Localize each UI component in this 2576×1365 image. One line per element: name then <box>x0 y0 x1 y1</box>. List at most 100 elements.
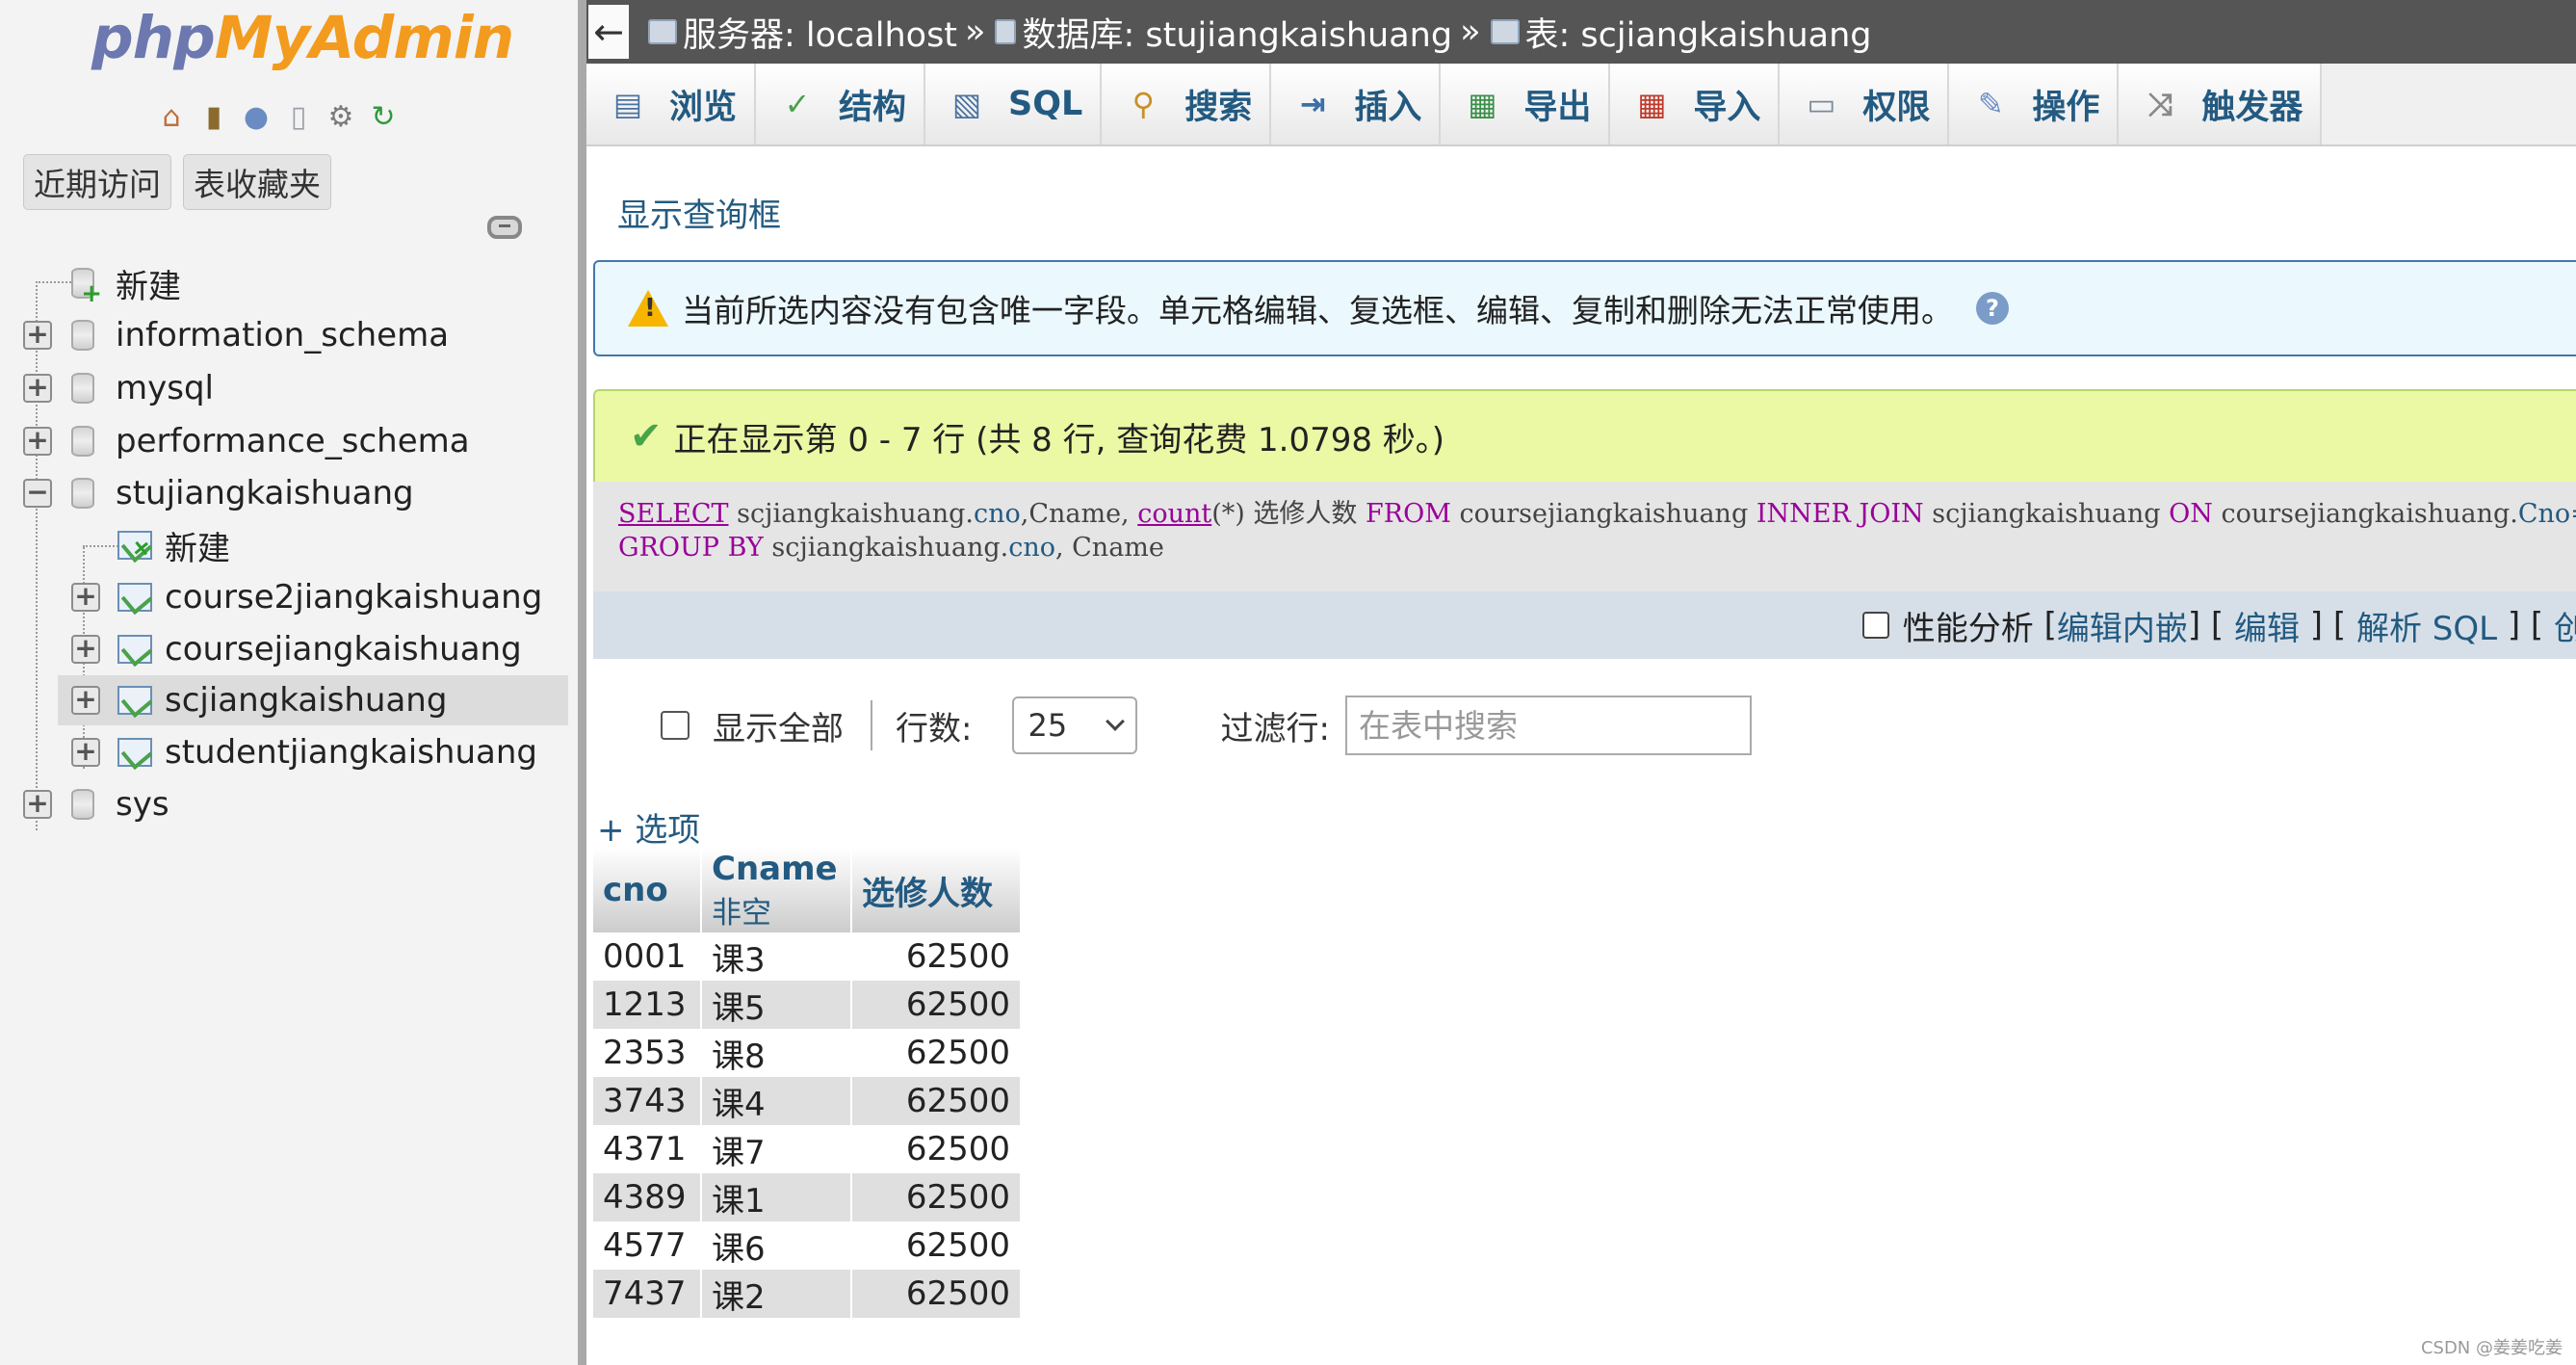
expand-icon[interactable]: + <box>71 583 100 612</box>
show-all-checkbox[interactable] <box>661 711 690 740</box>
docs-icon[interactable]: ▯ <box>281 100 316 135</box>
help-icon[interactable]: ● <box>239 100 273 135</box>
table-icon <box>117 686 152 715</box>
checkmark-icon: ✔ <box>630 414 663 459</box>
help-icon[interactable]: ? <box>1976 292 2009 325</box>
filter-rows-input[interactable] <box>1344 696 1752 755</box>
edit-inline-link[interactable]: 编辑内嵌 <box>2057 602 2188 649</box>
show-query-box-link[interactable]: 显示查询框 <box>617 189 781 236</box>
settings-gear-icon[interactable]: ⚙ <box>324 100 358 135</box>
tab-search[interactable]: ⚲ 搜索 <box>1102 64 1272 144</box>
collapse-icon[interactable]: − <box>23 479 52 508</box>
phpmyadmin-logo[interactable]: phpMyAdmin <box>91 4 514 72</box>
logout-icon[interactable]: ▮ <box>196 100 231 135</box>
tab-browse[interactable]: ▤ 浏览 <box>586 64 757 144</box>
table-row: 3743 课4 62500 <box>593 1077 1022 1125</box>
explain-sql-link[interactable]: 解析 SQL <box>2356 602 2497 649</box>
structure-icon: ✓ <box>784 86 811 122</box>
table-row: 4389 课1 62500 <box>593 1173 1022 1221</box>
expand-icon[interactable]: + <box>71 635 100 664</box>
nav-tabs: 近期访问 表收藏夹 <box>23 154 331 210</box>
expand-icon[interactable]: + <box>23 374 52 403</box>
edit-link[interactable]: 编辑 <box>2234 602 2300 649</box>
database-icon <box>71 426 94 457</box>
tree-db-mysql[interactable]: + mysql <box>0 363 568 413</box>
nav-icon-bar: ⌂ ▮ ● ▯ ⚙ ↻ <box>154 100 401 135</box>
favorites-tab[interactable]: 表收藏夹 <box>183 154 331 210</box>
table-row: 0001 课3 62500 <box>593 932 1022 981</box>
query-success-message: ✔ 正在显示第 0 - 7 行 (共 8 行, 查询花费 1.0798 秒。) <box>593 389 2576 482</box>
column-header-cno[interactable]: cno <box>593 848 702 932</box>
nav-resize-handle[interactable] <box>578 0 586 1365</box>
tab-import[interactable]: ▦ 导入 <box>1610 64 1781 144</box>
tree-table-coursejiangkaishuang[interactable]: + coursejiangkaishuang <box>0 624 568 674</box>
sql-icon: ▧ <box>951 86 982 122</box>
breadcrumb-server[interactable]: 服务器: localhost» <box>648 8 995 57</box>
collapse-nav-arrow-icon[interactable]: ← <box>588 5 629 59</box>
expand-icon[interactable]: + <box>23 790 52 819</box>
table-row: 4577 课6 62500 <box>593 1221 1022 1270</box>
expand-icon[interactable]: + <box>23 321 52 350</box>
expand-icon[interactable]: + <box>23 427 52 456</box>
table-icon <box>1490 19 1520 44</box>
table-header-row: cno Cname 非空 选修人数 <box>593 848 1022 932</box>
divider <box>871 700 872 750</box>
tab-insert[interactable]: ⇥ 插入 <box>1271 64 1442 144</box>
rows-per-page-select[interactable]: 25 <box>1012 696 1138 754</box>
chevron-down-icon <box>1106 712 1126 731</box>
table-icon <box>117 583 152 612</box>
expand-icon[interactable]: + <box>71 738 100 767</box>
new-table-icon <box>117 531 152 560</box>
tab-structure[interactable]: ✓ 结构 <box>756 64 926 144</box>
browse-icon: ▤ <box>612 86 643 122</box>
tree-new-database[interactable]: 新建 <box>0 258 568 308</box>
tree-db-information-schema[interactable]: + information_schema <box>0 310 568 360</box>
tab-operations[interactable]: ✎ 操作 <box>1949 64 2120 144</box>
tree-table-course2jiangkaishuang[interactable]: + course2jiangkaishuang <box>0 572 568 622</box>
tree-db-performance-schema[interactable]: + performance_schema <box>0 416 568 466</box>
link-with-main-icon[interactable] <box>487 216 522 239</box>
triggers-icon: ⤨ <box>2147 85 2173 122</box>
tree-table-new[interactable]: 新建 <box>0 520 568 570</box>
import-icon: ▦ <box>1637 86 1667 122</box>
results-navigation: 显示全部 行数: 25 过滤行: <box>661 696 1752 755</box>
database-icon <box>71 373 94 404</box>
options-link[interactable]: + 选项 <box>597 803 700 851</box>
breadcrumb-table[interactable]: 表: scjiangkaishuang <box>1490 8 1871 57</box>
table-row: 7437 课2 62500 <box>593 1270 1022 1318</box>
results-table: cno Cname 非空 选修人数 0001 课3 62500 1213 课5 62500… <box>593 848 1022 1318</box>
breadcrumb-database[interactable]: 数据库: stujiangkaishuang» <box>995 8 1490 57</box>
tree-db-sys[interactable]: + sys <box>0 779 568 829</box>
unique-key-notice: 当前所选内容没有包含唯一字段。单元格编辑、复选框、编辑、复制和删除无法正常使用。… <box>593 260 2576 356</box>
table-menu: ▤ 浏览 ✓ 结构 ▧ SQL ⚲ 搜索 ⇥ 插入 ▦ 导出 ▦ 导入 ▭ 权限 ✎ 操作 ⤨ 触发… <box>586 64 2576 146</box>
tab-export[interactable]: ▦ 导出 <box>1441 64 1611 144</box>
column-header-count[interactable]: 选修人数 <box>851 848 1022 932</box>
column-header-cname[interactable]: Cname 非空 <box>701 848 852 932</box>
expand-icon[interactable]: + <box>71 686 100 715</box>
tab-sql[interactable]: ▧ SQL <box>925 64 1103 144</box>
recent-tab[interactable]: 近期访问 <box>23 154 171 210</box>
warning-icon <box>628 290 668 327</box>
table-row: 1213 课5 62500 <box>593 981 1022 1029</box>
reload-icon[interactable]: ↻ <box>366 100 401 135</box>
tree-table-studentjiangkaishuang[interactable]: + studentjiangkaishuang <box>0 727 568 777</box>
export-icon: ▦ <box>1468 86 1497 122</box>
database-icon <box>71 478 94 509</box>
database-icon <box>71 320 94 351</box>
tree-db-stujiangkaishuang[interactable]: − stujiangkaishuang <box>0 468 568 518</box>
server-icon <box>648 19 677 44</box>
operations-icon: ✎ <box>1977 86 2004 122</box>
profiling-checkbox[interactable] <box>1861 612 1889 639</box>
create-php-code-link[interactable]: 创 <box>2554 602 2576 649</box>
table-row: 4371 课7 62500 <box>593 1125 1022 1173</box>
table-icon <box>117 635 152 664</box>
home-icon[interactable]: ⌂ <box>154 100 189 135</box>
tab-triggers[interactable]: ⤨ 触发器 <box>2119 64 2323 144</box>
database-icon <box>71 789 94 820</box>
insert-icon: ⇥ <box>1299 86 1326 122</box>
tab-privileges[interactable]: ▭ 权限 <box>1780 64 1950 144</box>
navigation-panel: phpMyAdmin ⌂ ▮ ● ▯ ⚙ ↻ 近期访问 表收藏夹 新建 + in… <box>0 0 578 1365</box>
tree-table-scjiangkaishuang[interactable]: + scjiangkaishuang <box>58 675 568 725</box>
sql-query-display: SELECT scjiangkaishuang.cno,Cname, count… <box>593 482 2576 591</box>
sql-line-1: SELECT scjiangkaishuang.cno,Cname, count… <box>618 499 2576 529</box>
